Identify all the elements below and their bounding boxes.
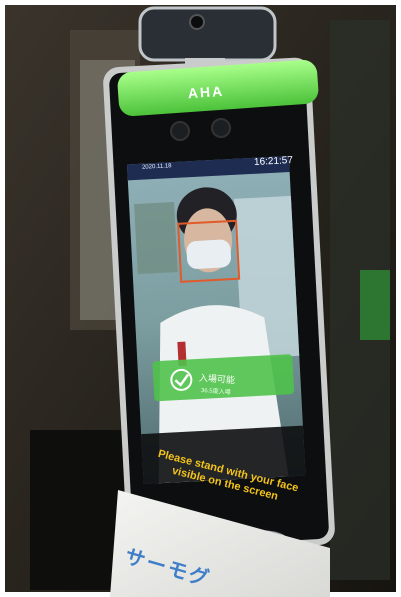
kiosk-photo: AHA 2020.11.18 16:21:57 入場可能 36.5度入場 Ple… xyxy=(0,0,401,597)
sensor-right-icon xyxy=(211,118,231,138)
green-object xyxy=(360,270,390,340)
camera-head xyxy=(138,6,277,62)
camera-lens-icon xyxy=(189,14,205,30)
pass-text: 入場可能 xyxy=(198,372,236,386)
sensor-left-icon xyxy=(170,121,190,141)
face-mask xyxy=(186,239,232,269)
screen-clock: 16:21:57 xyxy=(253,154,294,169)
bg-tree xyxy=(134,202,178,275)
